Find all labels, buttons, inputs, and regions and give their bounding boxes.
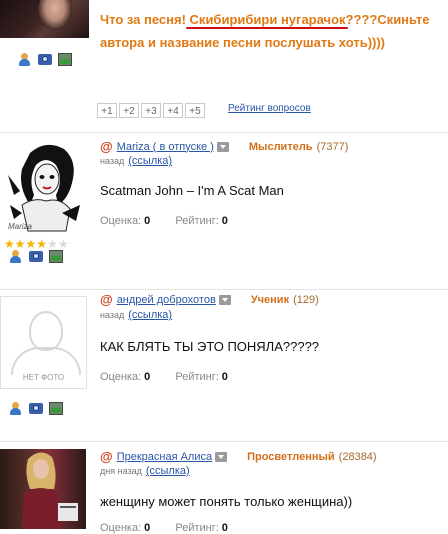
camera-icon[interactable] [38,54,52,65]
author-rank: Мыслитель [248,140,313,153]
photo-icon[interactable] [49,250,63,263]
answer-2-score: Оценка: 0 Рейтинг: 0 [100,371,228,383]
avatar-signature: Mariza [8,222,33,231]
answer-time: назад [100,310,125,320]
divider [0,132,448,133]
answer-3-text: женщину может понять только женщина)) [100,494,353,509]
answer-3-meta: дня назад (ссылка) [100,465,190,477]
answer-2-author-icons [9,402,63,415]
answer-permalink[interactable]: (ссылка) [128,155,172,167]
camera-icon[interactable] [29,403,43,414]
placeholder-body-icon [11,347,81,375]
vote-plus-4-button[interactable]: +4 [163,103,183,118]
author-name-link[interactable]: андрей доброхотов [117,294,216,306]
author-rank: Ученик [250,293,290,306]
answer-3-author: @ Прекрасная Алиса Просветленный (28384) [100,449,377,464]
author-menu-dropdown-icon[interactable] [215,451,228,462]
answer-2-author: @ андрей доброхотов Ученик (129) [100,292,319,307]
author-name-link[interactable]: Mariza ( в отпуске ) [117,141,214,153]
answer-2-meta: назад (ссылка) [100,309,172,321]
alisa-avatar-art [22,452,78,529]
answer-time: назад [100,156,125,166]
question-text: Что за песня! Скибирибири нугарачок????С… [100,12,430,50]
camera-icon[interactable] [29,251,43,262]
answer-avatar-mariza[interactable]: Mariza [0,135,86,235]
star-icon: ★ [14,237,26,251]
answer-1-score: Оценка: 0 Рейтинг: 0 [100,215,228,227]
answer-permalink[interactable]: (ссылка) [146,465,190,477]
answer-1-text: Scatman John – I'm A Scat Man [100,183,284,198]
vote-plus-3-button[interactable]: +3 [141,103,161,118]
answer-1-meta: назад (ссылка) [100,155,172,167]
at-icon: @ [100,449,113,464]
no-photo-label: НЕТ ФОТО [22,373,65,382]
divider [0,441,448,442]
star-icon: ★ [25,237,37,251]
divider [0,289,448,290]
user-icon[interactable] [18,53,32,66]
vote-plus-2-button[interactable]: +2 [119,103,139,118]
answer-avatar-alisa[interactable] [0,449,86,529]
answer-permalink[interactable]: (ссылка) [128,309,172,321]
mariza-avatar-art [0,135,86,235]
at-icon: @ [100,139,113,154]
star-icon: ★ [36,237,48,251]
rating-stars: ★★★★★★ [4,237,69,251]
vote-buttons: +1 +2 +3 +4 +5 [97,103,207,118]
question-author-avatar[interactable] [0,0,89,38]
vote-plus-5-button[interactable]: +5 [185,103,205,118]
author-points: (7377) [316,140,349,153]
answer-2-text: КАК БЛЯТЬ ТЫ ЭТО ПОНЯЛА????? [100,339,320,354]
author-rank: Просветленный [247,450,335,463]
author-name-link[interactable]: Прекрасная Алиса [117,451,212,463]
user-icon[interactable] [9,250,23,263]
at-icon: @ [100,292,113,307]
answer-avatar-no-photo[interactable]: НЕТ ФОТО [0,296,87,389]
user-icon[interactable] [9,402,23,415]
answer-1-author-icons [9,250,63,263]
author-menu-dropdown-icon[interactable] [218,294,231,305]
photo-icon[interactable] [49,402,63,415]
answer-3-score: Оценка: 0 Рейтинг: 0 [100,522,228,534]
highlighted-song-name: Скибирибири нугарачок [189,12,346,27]
author-menu-dropdown-icon[interactable] [216,141,229,152]
answer-1-author: @ Mariza ( в отпуске ) Мыслитель (7377) [100,139,348,154]
question-rating-link[interactable]: Рейтинг вопросов [228,103,311,114]
author-points: (129) [293,293,319,306]
photo-icon[interactable] [58,53,72,66]
star-icon: ★ [47,237,58,251]
star-icon: ★ [57,237,69,251]
vote-plus-1-button[interactable]: +1 [97,103,117,118]
answer-time: дня назад [100,466,142,476]
author-points: (28384) [338,450,377,463]
star-icon: ★ [4,237,15,251]
question-author-icons [18,53,72,66]
placeholder-head-icon [29,311,63,351]
